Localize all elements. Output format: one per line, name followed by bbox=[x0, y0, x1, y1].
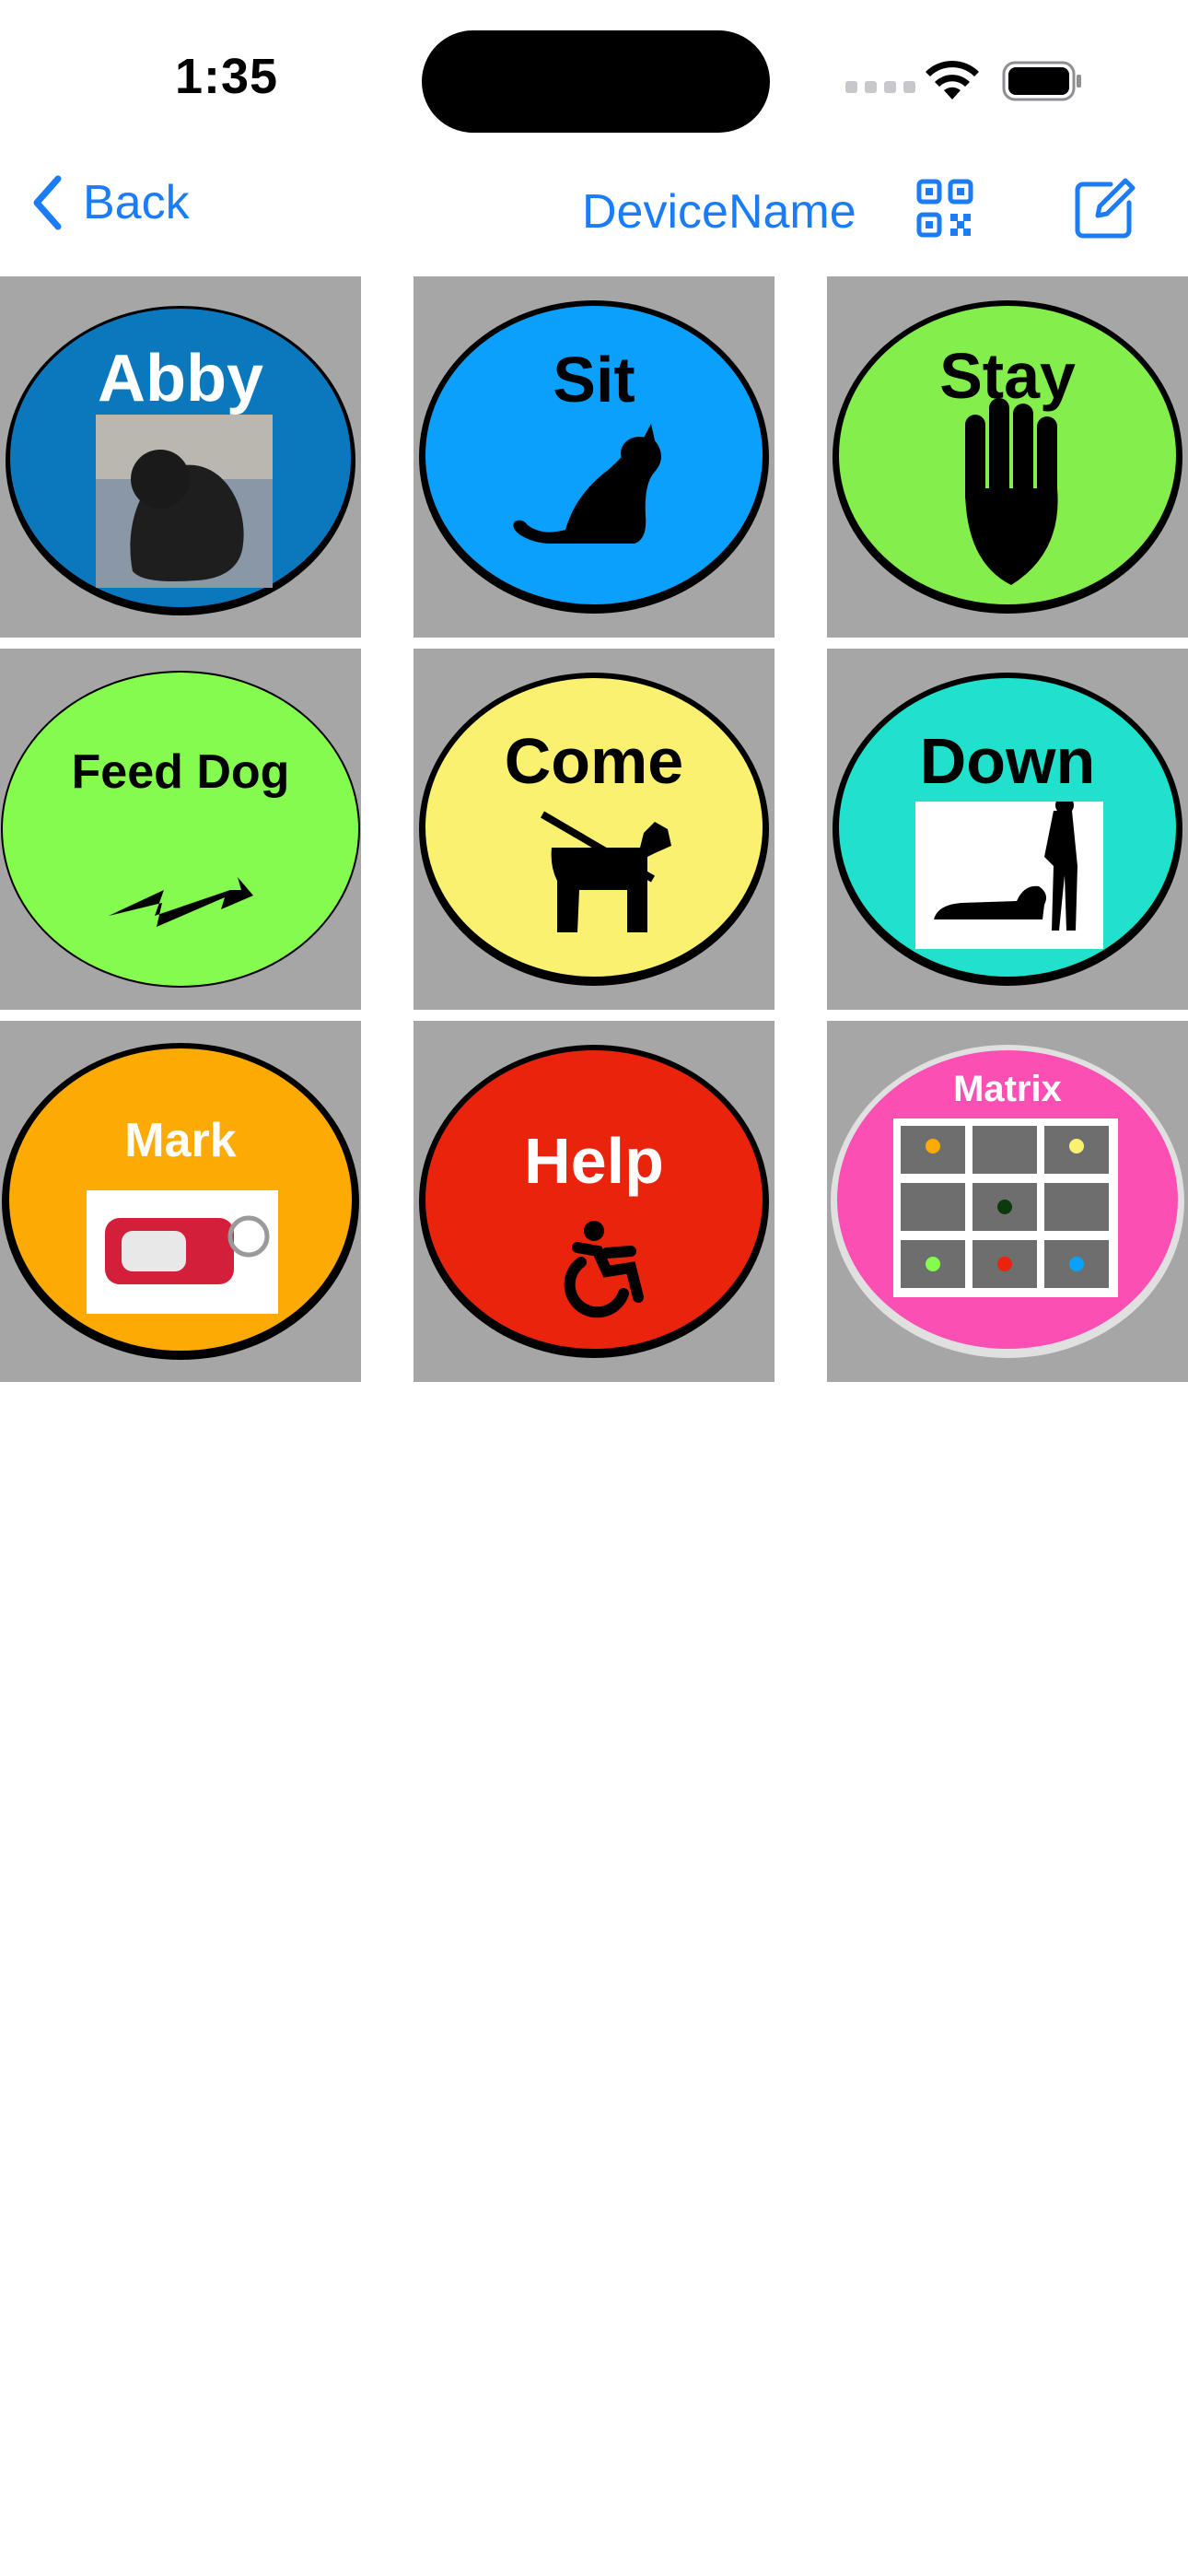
button-label: Help bbox=[524, 1125, 664, 1197]
button-label: Come bbox=[504, 725, 684, 797]
button-disk bbox=[419, 300, 769, 614]
soundboard-button-matrix[interactable]: Matrix bbox=[827, 1021, 1188, 1382]
matrix-grid-photo bbox=[893, 1118, 1118, 1297]
button-label: Sit bbox=[553, 344, 635, 416]
button-label: Feed Dog bbox=[71, 745, 290, 799]
status-time: 1:35 bbox=[175, 49, 279, 104]
navigation-bar: Back DeviceName bbox=[0, 157, 1188, 265]
soundboard-button-stay[interactable]: Stay bbox=[827, 276, 1188, 638]
back-button[interactable]: Back bbox=[31, 175, 190, 230]
button-label: Mark bbox=[124, 1114, 237, 1167]
button-label: Down bbox=[919, 725, 1096, 797]
battery-icon bbox=[1002, 61, 1081, 101]
nav-title[interactable]: DeviceName bbox=[582, 184, 856, 240]
soundboard-button-sit[interactable]: Sit bbox=[413, 276, 775, 638]
button-disk bbox=[1, 671, 360, 988]
button-disk bbox=[419, 673, 769, 986]
soundboard-button-mark[interactable]: Mark bbox=[0, 1021, 361, 1382]
clicker-photo bbox=[87, 1190, 278, 1314]
button-label: Matrix bbox=[953, 1069, 1062, 1109]
cellular-signal-icon bbox=[845, 81, 915, 93]
dog-photo bbox=[96, 415, 273, 588]
button-label: Abby bbox=[98, 342, 263, 416]
soundboard-button-feed-dog[interactable]: Feed Dog bbox=[0, 649, 361, 1010]
soundboard-button-come[interactable]: Come bbox=[413, 649, 775, 1010]
square-and-pencil-icon[interactable] bbox=[1074, 177, 1136, 240]
button-disk bbox=[419, 1045, 769, 1358]
button-disk bbox=[833, 300, 1182, 614]
status-bar: 1:35 bbox=[0, 0, 1188, 157]
wifi-icon bbox=[926, 60, 979, 100]
soundboard-button-help[interactable]: Help bbox=[413, 1021, 775, 1382]
soundboard-button-abby[interactable]: Abby bbox=[0, 276, 361, 638]
soundboard-button-down[interactable]: Down bbox=[827, 649, 1188, 1010]
dog-lying-down-photo bbox=[915, 802, 1103, 949]
back-label: Back bbox=[83, 176, 190, 229]
qrcode-icon[interactable] bbox=[916, 179, 973, 238]
button-label: Stay bbox=[939, 340, 1076, 412]
dynamic-island bbox=[422, 30, 770, 133]
chevron-left-icon bbox=[33, 175, 62, 230]
